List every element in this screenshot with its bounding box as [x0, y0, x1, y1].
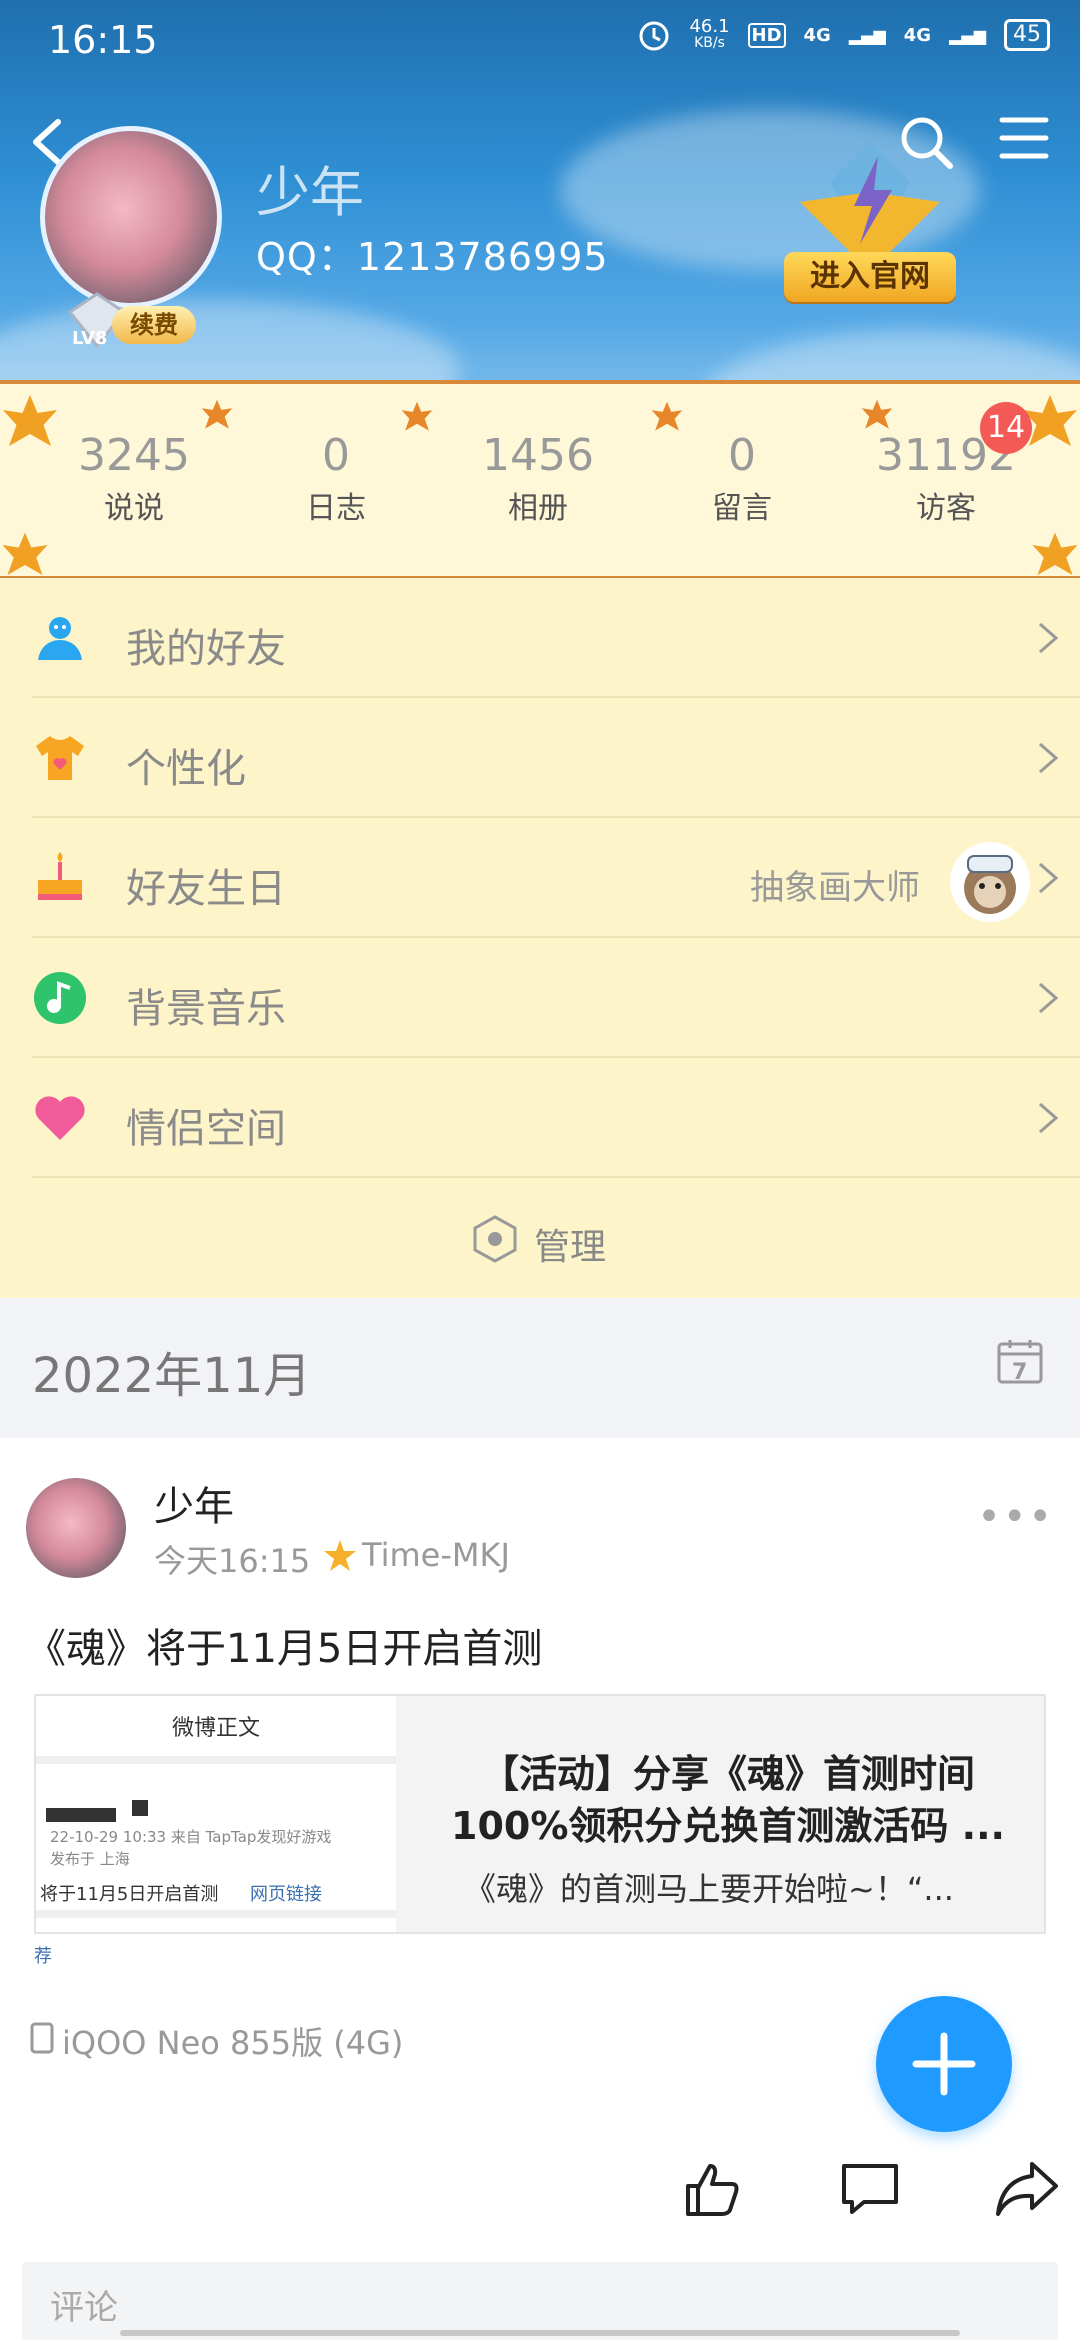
signal-icon: ▂▄▆: [848, 25, 886, 45]
stat-diary[interactable]: 0 日志: [256, 430, 416, 527]
battery-indicator: 45: [1004, 19, 1050, 51]
hd-icon: HD: [747, 22, 786, 48]
menu-item-friends[interactable]: 我的好友: [32, 578, 1080, 698]
birthday-friend-name: 抽象画大师: [750, 868, 920, 908]
maple-leaf-icon: [1032, 532, 1078, 575]
clock: 16:15: [48, 18, 158, 62]
chevron-right-icon: [1039, 622, 1059, 654]
manage-gear-icon: [473, 1215, 517, 1263]
profile-name: 少年: [256, 161, 364, 224]
maple-leaf-icon: [201, 399, 233, 429]
alarm-icon: [639, 21, 669, 51]
month-title: 2022年11月: [32, 1348, 312, 1404]
visitor-count-badge: 14: [980, 402, 1032, 454]
menu-item-couple-space[interactable]: 情侣空间: [32, 1058, 1080, 1178]
renew-button[interactable]: 续费: [112, 306, 196, 344]
month-header: 2022年11月 7: [0, 1298, 1080, 1438]
signal-icon: ▂▄▆: [949, 25, 986, 45]
post-author[interactable]: 少年: [154, 1474, 234, 1532]
level-label: LV8: [72, 328, 108, 349]
comment-icon[interactable]: [840, 2162, 900, 2216]
menu-item-bgm[interactable]: 背景音乐: [32, 938, 1080, 1058]
qq-number: QQ：1213786995: [256, 235, 609, 279]
chevron-right-icon: [1039, 862, 1059, 894]
maple-leaf-icon: [861, 399, 893, 429]
plus-icon: [912, 2032, 976, 2096]
stat-messages[interactable]: 0 留言: [662, 430, 822, 527]
status-bar: 16:15 46.1 KB/s HD 4G ▂▄▆ 4G ▂▄▆ 45: [0, 0, 1080, 80]
post-avatar[interactable]: [26, 1478, 126, 1578]
person-icon: [38, 617, 82, 660]
network-speed: 46.1 KB/s: [689, 16, 730, 52]
profile-avatar[interactable]: [40, 126, 222, 308]
stat-shuoshuo[interactable]: 3245 说说: [54, 430, 214, 527]
card-rec-label: 荐: [34, 1946, 52, 1967]
share-icon[interactable]: [994, 2160, 1060, 2218]
gesture-nav-bar[interactable]: [120, 2330, 960, 2336]
post-device: iQOO Neo 855版 (4G): [62, 2024, 404, 2062]
thumbs-up-icon[interactable]: [682, 2160, 742, 2220]
card-title: 【活动】分享《魂》首测时间 100%领积分兑换首测激活码 ...: [451, 1752, 1005, 1848]
post-source-tag[interactable]: Time-MKJ: [362, 1536, 510, 1574]
stat-album[interactable]: 1456 相册: [458, 430, 618, 527]
maple-leaf-icon: [3, 395, 57, 446]
feed-post: 少年 今天16:15 Time-MKJ ••• 《魂》将于11月5日开启首测 微…: [0, 1438, 1080, 2340]
enter-official-site-button[interactable]: 进入官网: [784, 252, 956, 302]
comment-input[interactable]: 评论: [22, 2262, 1058, 2340]
add-post-button[interactable]: [876, 1996, 1012, 2132]
calendar-day: 7: [1012, 1360, 1028, 1385]
chevron-right-icon: [1039, 742, 1059, 774]
menu-item-personalize[interactable]: 个性化: [32, 698, 1080, 818]
phone-icon: [30, 2022, 54, 2054]
shared-link-card[interactable]: 微博正文 22-10-29 10:33 来自 TapTap发现好游戏 发布于 上…: [34, 1694, 1046, 1934]
chevron-right-icon: [1039, 1102, 1059, 1134]
card-description: 《魂》的首测马上要开始啦~！“...: [464, 1870, 954, 1908]
maple-leaf-icon: [651, 401, 683, 431]
star-tag-icon: [324, 1540, 356, 1571]
maple-leaf-icon: [401, 401, 433, 431]
music-icon: [34, 972, 86, 1024]
more-options-icon[interactable]: •••: [977, 1494, 1054, 1540]
signal-4g-1: 4G: [803, 24, 831, 46]
card-thumbnail: 微博正文 22-10-29 10:33 来自 TapTap发现好游戏 发布于 上…: [36, 1696, 396, 1932]
menu-item-birthday[interactable]: 好友生日 抽象画大师: [32, 818, 1080, 938]
post-time: 今天16:15: [154, 1542, 311, 1580]
tshirt-icon: [36, 736, 84, 780]
manage-button[interactable]: 管理: [0, 1178, 1080, 1298]
signal-4g-2: 4G: [903, 24, 932, 46]
post-text: 《魂》将于11月5日开启首测: [26, 1626, 543, 1672]
chevron-right-icon: [1039, 982, 1059, 1014]
heart-icon: [35, 1096, 85, 1140]
maple-leaf-icon: [2, 532, 48, 575]
friend-avatar: [950, 842, 1030, 922]
cake-icon: [38, 852, 82, 900]
hamburger-menu-icon[interactable]: [998, 112, 1050, 164]
